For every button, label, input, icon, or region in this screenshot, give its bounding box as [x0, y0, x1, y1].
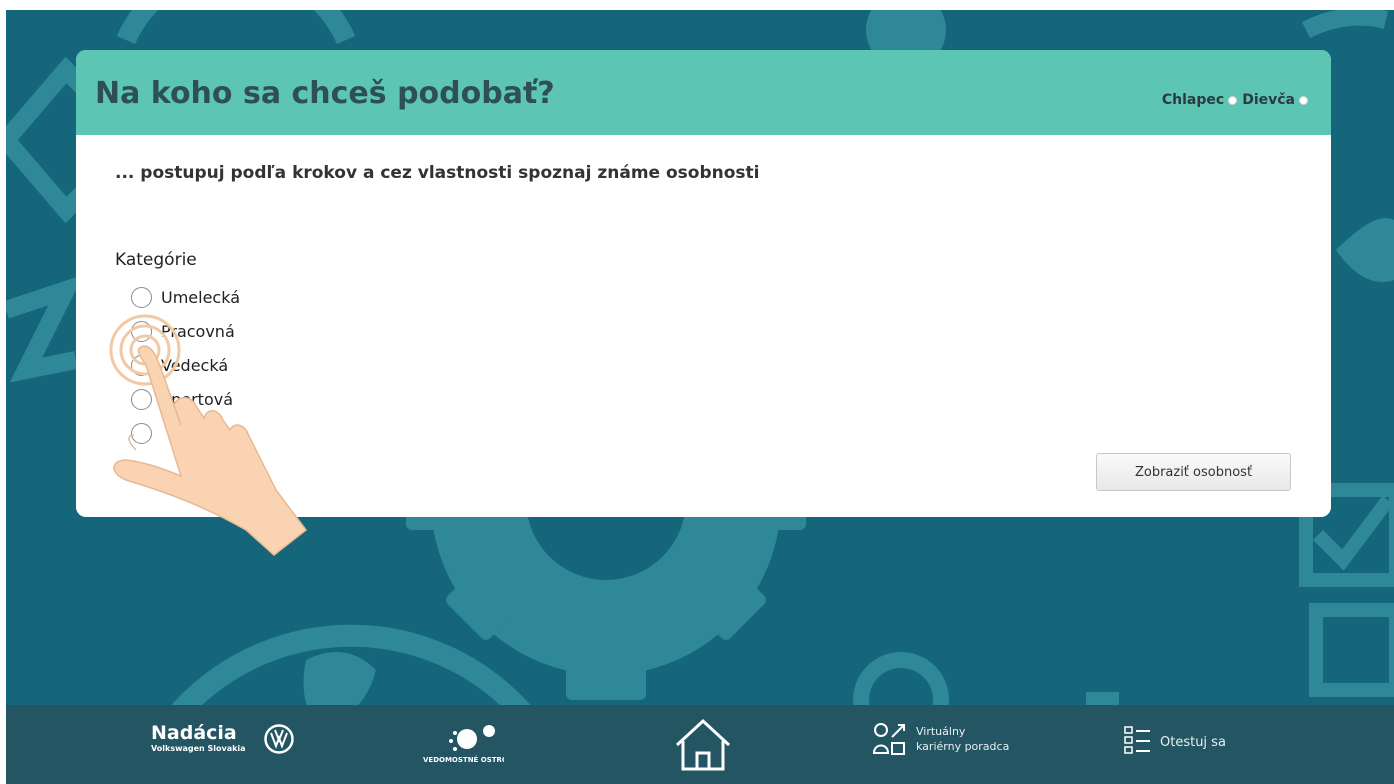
radio-button[interactable] [131, 320, 152, 342]
category-label: Pracovná [161, 321, 235, 341]
app-background: Na koho sa chceš podobať? Chlapec Dievča… [6, 10, 1394, 784]
ostrovy-logo-icon: VEDOMOSTNÉ OSTROVY [423, 725, 504, 764]
main-card: Na koho sa chceš podobať? Chlapec Dievča… [76, 50, 1331, 517]
gender-option-dievca[interactable]: Dievča [1242, 92, 1313, 108]
categories-label: Kategórie [115, 250, 197, 270]
gender-label-dievca: Dievča [1242, 92, 1295, 108]
vw-logo-icon [263, 724, 294, 754]
career-advisor-link[interactable]: Virtuálny kariérny poradca [872, 721, 1009, 757]
nadacia-subtitle: Volkswagen Slovakia [151, 744, 246, 753]
category-option-vedecka[interactable]: Vedecká [131, 348, 240, 382]
nadacia-vw-logo[interactable]: Nadácia Volkswagen Slovakia [151, 723, 294, 755]
career-advisor-line1: Virtuálny [916, 725, 966, 738]
home-icon [675, 718, 731, 771]
category-option-5[interactable]: ká [131, 416, 240, 450]
radio-button[interactable] [131, 422, 152, 444]
home-button[interactable] [673, 717, 733, 773]
test-yourself-label: Otestuj sa [1160, 734, 1226, 750]
footer-bar: Nadácia Volkswagen Slovakia VEDOMOSTNÉ O… [6, 705, 1394, 784]
radio-button[interactable] [131, 286, 152, 308]
gender-radio-chlapec[interactable] [1228, 95, 1238, 105]
category-list: Umelecká Pracovná Vedecká Športová ká [131, 280, 240, 450]
nadacia-title: Nadácia [151, 722, 237, 744]
page-title: Na koho sa chceš podobať? [95, 76, 555, 111]
career-advisor-line2: kariérny poradca [916, 740, 1010, 753]
test-yourself-link[interactable]: Otestuj sa [1124, 725, 1226, 759]
vedomostne-ostrovy-logo[interactable]: VEDOMOSTNÉ OSTROVY [419, 719, 504, 769]
category-label: ká [221, 423, 240, 443]
radio-button[interactable] [131, 354, 152, 376]
checklist-icon [1124, 726, 1150, 754]
category-label: Umelecká [161, 287, 241, 307]
category-option-pracovna[interactable]: Pracovná [131, 314, 240, 348]
category-label: Vedecká [161, 355, 229, 375]
gender-option-chlapec[interactable]: Chlapec [1162, 92, 1242, 108]
gender-radio-dievca[interactable] [1299, 95, 1308, 105]
instruction-text: ... postupuj podľa krokov a cez vlastnos… [115, 163, 760, 183]
category-option-sportova[interactable]: Športová [131, 382, 240, 416]
category-label: Športová [161, 389, 234, 409]
show-personality-button[interactable]: Zobraziť osobnosť [1096, 453, 1291, 491]
category-option-umelecka[interactable]: Umelecká [131, 280, 240, 314]
career-advisor-icon [872, 723, 905, 755]
gender-label-chlapec: Chlapec [1161, 92, 1225, 108]
ostrovy-logo-text: VEDOMOSTNÉ OSTROVY [423, 755, 504, 764]
gender-selector: Chlapec Dievča [1162, 92, 1313, 108]
radio-button[interactable] [131, 388, 152, 410]
card-header: Na koho sa chceš podobať? Chlapec Dievča [76, 50, 1331, 135]
